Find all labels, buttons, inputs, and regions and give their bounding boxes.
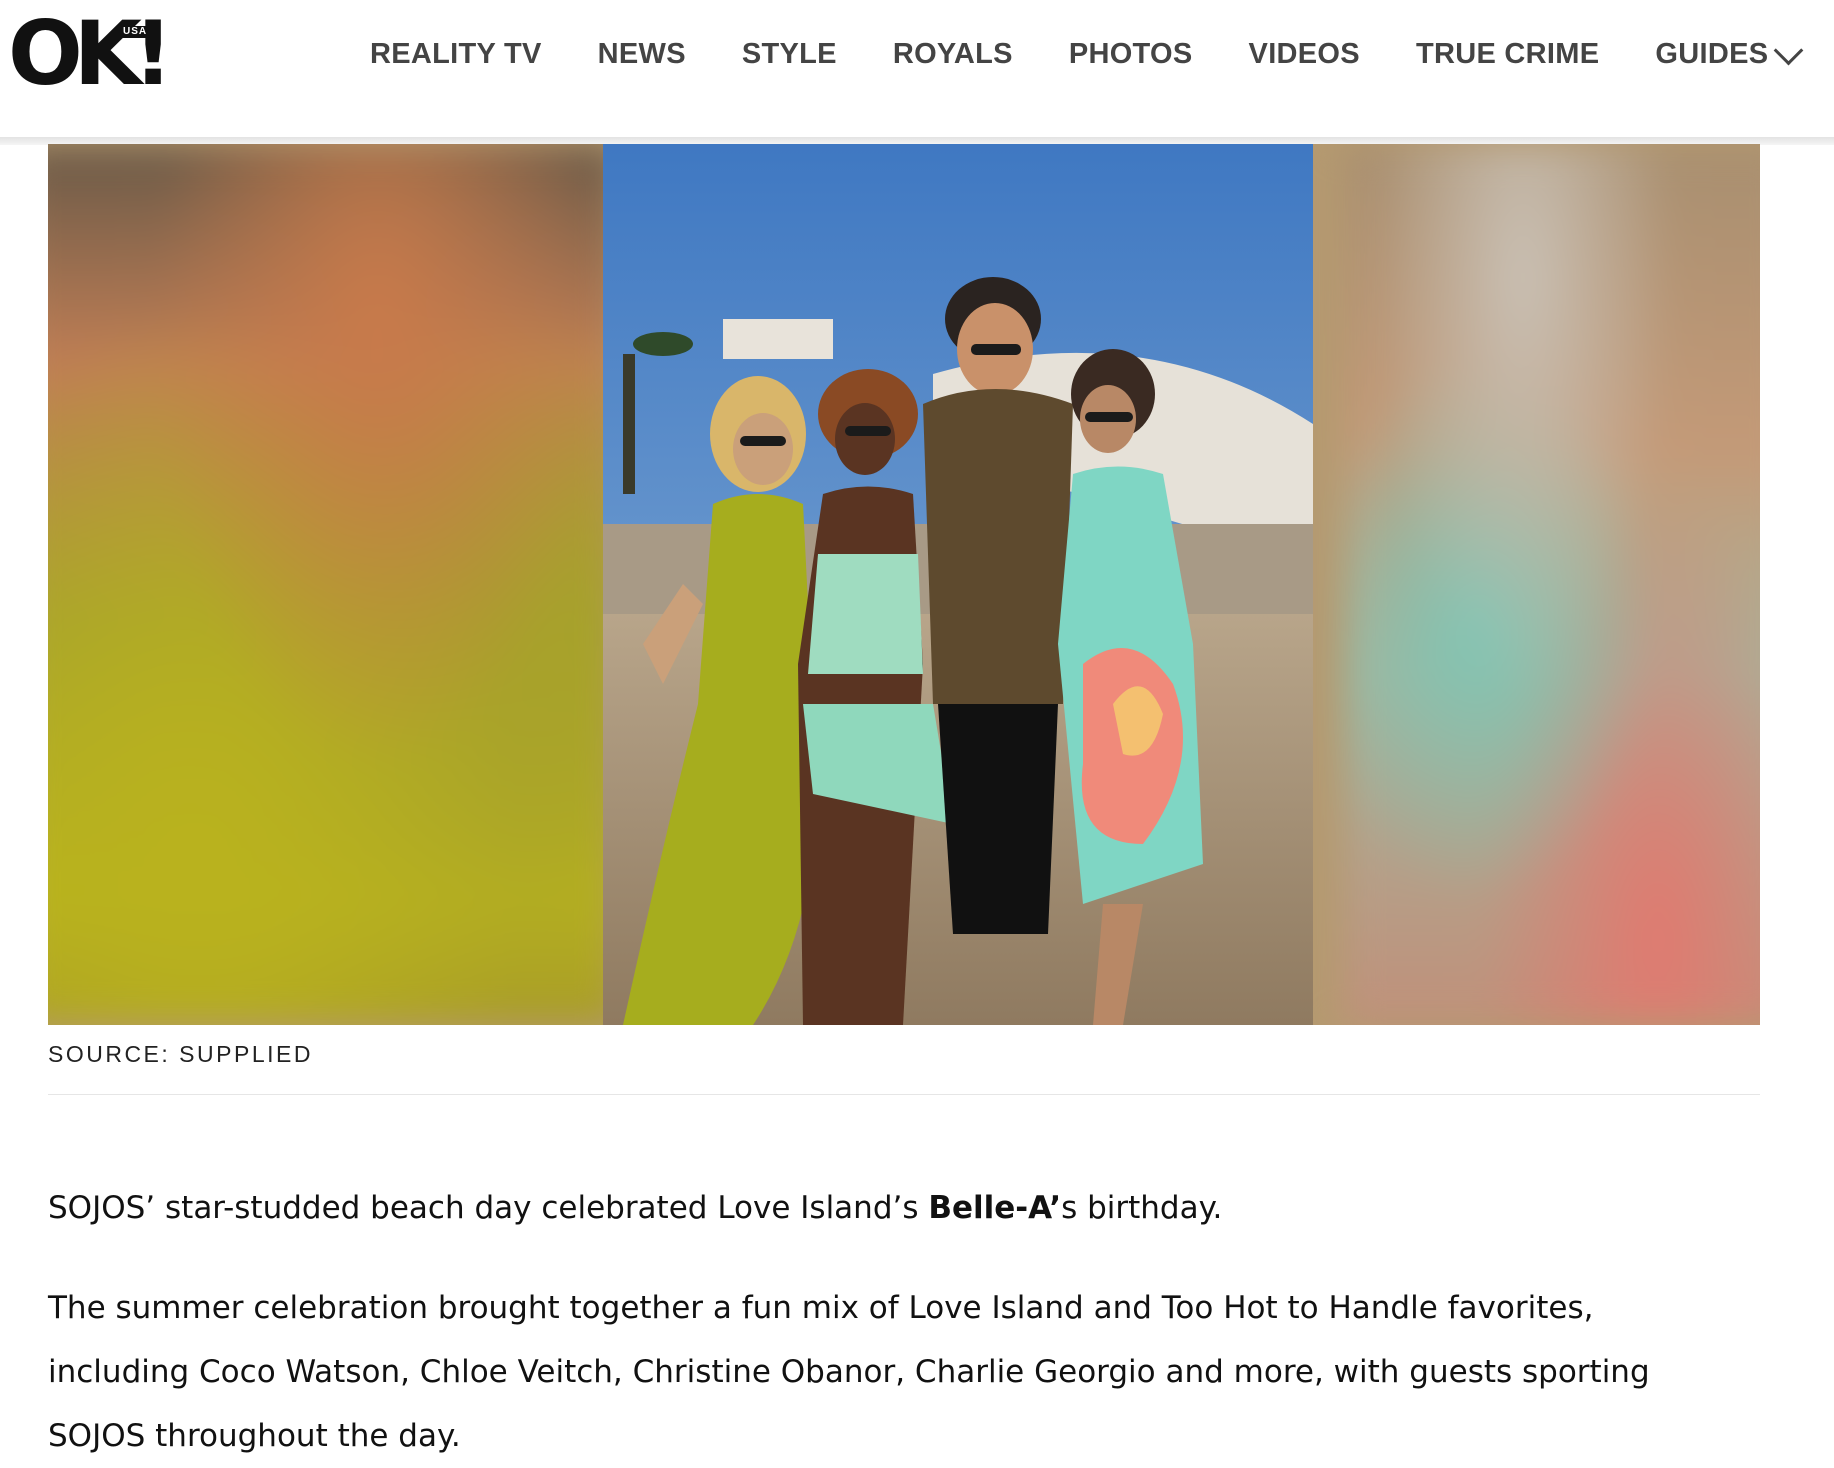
- chevron-down-icon[interactable]: [1774, 35, 1804, 65]
- main-nav: REALITY TV NEWS STYLE ROYALS PHOTOS VIDE…: [370, 32, 1804, 76]
- beach-group-photo: [603, 144, 1313, 1025]
- nav-item-photos[interactable]: PHOTOS: [1069, 38, 1193, 71]
- paragraph-2-line-2: including Coco Watson, Chloe Veitch, Chr…: [48, 1354, 1650, 1390]
- photo-blur-right: [1343, 144, 1760, 1025]
- article-paragraph-1: SOJOS’ star-studded beach day celebrated…: [48, 1180, 1760, 1236]
- nav-item-guides[interactable]: GUIDES: [1655, 38, 1768, 71]
- logo-wordmark: OK!: [8, 2, 173, 105]
- paragraph-2-line-3: SOJOS throughout the day.: [48, 1418, 461, 1454]
- nav-item-reality-tv[interactable]: REALITY TV: [370, 38, 542, 71]
- logo-badge: USA: [120, 26, 151, 38]
- paragraph-1-text-start: SOJOS’ star-studded beach day celebrated…: [48, 1190, 929, 1226]
- nav-item-news[interactable]: NEWS: [598, 38, 686, 71]
- nav-item-videos[interactable]: VIDEOS: [1249, 38, 1360, 71]
- paragraph-1-bold-name: Belle-A’: [928, 1190, 1062, 1226]
- paragraph-1-text-end: s birthday.: [1061, 1190, 1223, 1226]
- ok-logo[interactable]: OK! USA: [8, 10, 173, 104]
- paragraph-2-line-1: The summer celebration brought together …: [48, 1290, 1594, 1326]
- photo-blur-left: [48, 144, 618, 1025]
- article-paragraph-2: The summer celebration brought together …: [48, 1276, 1760, 1468]
- article-photo: [48, 144, 1760, 1025]
- nav-item-style[interactable]: STYLE: [742, 38, 837, 71]
- nav-item-true-crime[interactable]: TRUE CRIME: [1416, 38, 1599, 71]
- article-body: SOJOS’ star-studded beach day celebrated…: [48, 1180, 1760, 1468]
- site-header: OK! USA REALITY TV NEWS STYLE ROYALS PHO…: [0, 0, 1834, 137]
- nav-item-royals[interactable]: ROYALS: [893, 38, 1013, 71]
- caption-divider: [48, 1094, 1760, 1095]
- image-caption: SOURCE: SUPPLIED: [48, 1041, 313, 1067]
